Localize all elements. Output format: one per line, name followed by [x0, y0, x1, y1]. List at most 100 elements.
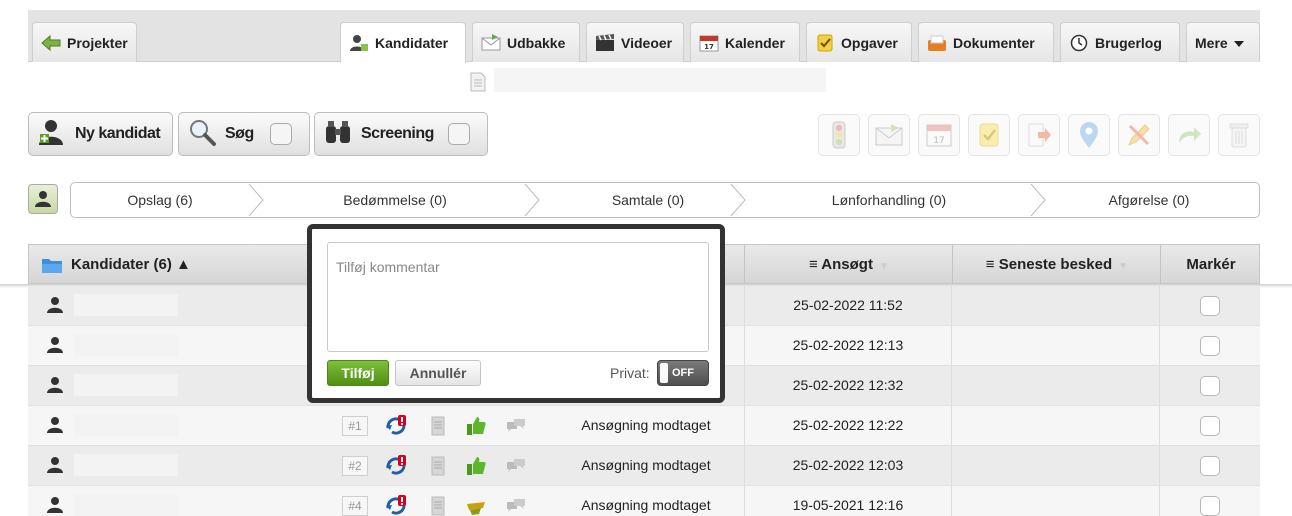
- pipeline-bar: Opslag (6) Bedømmelse (0) Samtale (0) Lø…: [70, 182, 1260, 218]
- tab-opgaver[interactable]: Opgaver: [806, 22, 912, 62]
- tab-label: Kalender: [725, 34, 785, 51]
- location-button[interactable]: [1068, 114, 1110, 156]
- rank-badge: #2: [342, 456, 368, 476]
- mark-checkbox[interactable]: [1200, 336, 1220, 356]
- tab-mere[interactable]: Mere: [1186, 22, 1260, 62]
- col-mark-header[interactable]: Markér: [1161, 245, 1261, 285]
- stage-opslag[interactable]: Opslag (6): [71, 183, 249, 217]
- tab-udbakke[interactable]: Udbakke: [472, 22, 580, 62]
- person-icon: [46, 416, 64, 434]
- redo-icon: [1179, 127, 1201, 143]
- export-button[interactable]: [1018, 114, 1060, 156]
- edit-pencil-icon: [1128, 124, 1150, 146]
- new-candidate-button[interactable]: Ny kandidat: [28, 112, 173, 156]
- chevron-right-icon: [524, 184, 540, 216]
- table-row[interactable]: #4 Ansøgning modtaget 19-05-2021 12:16: [28, 486, 1260, 516]
- mark-checkbox[interactable]: [1200, 296, 1220, 316]
- comment-icon[interactable]: [504, 414, 528, 438]
- mark-checkbox[interactable]: [1200, 496, 1220, 516]
- stage-bedommelse[interactable]: Bedømmelse (0): [269, 183, 521, 217]
- cancel-button[interactable]: Annullér: [395, 360, 481, 386]
- clapperboard-icon: [595, 33, 615, 52]
- send-mail-button[interactable]: [868, 114, 910, 156]
- stage-afgorelse[interactable]: Afgørelse (0): [1051, 183, 1247, 217]
- search-label: Søg: [225, 125, 254, 142]
- mark-checkbox[interactable]: [1200, 456, 1220, 476]
- calendar-button[interactable]: 17: [918, 114, 960, 156]
- comment-icon[interactable]: [504, 494, 528, 516]
- candidate-name[interactable]: [74, 294, 178, 316]
- mark-checkbox[interactable]: [1200, 376, 1220, 396]
- traffic-light-icon: [832, 121, 846, 149]
- tab-brugerlog[interactable]: Brugerlog: [1060, 22, 1180, 62]
- traffic-light-button[interactable]: [818, 114, 860, 156]
- candidate-name[interactable]: [74, 454, 178, 476]
- project-title-field: [494, 68, 826, 92]
- tab-kandidater[interactable]: Kandidater: [340, 22, 466, 63]
- person-icon: [35, 191, 51, 207]
- applied-date: 25-02-2022 11:52: [744, 286, 952, 325]
- comment-input[interactable]: [327, 242, 709, 352]
- person-icon: [46, 296, 64, 314]
- candidate-name[interactable]: [74, 494, 178, 516]
- col-latest-label: ≡ Seneste besked: [985, 256, 1113, 273]
- comment-icon[interactable]: [504, 454, 528, 478]
- export-icon: [1028, 123, 1051, 147]
- thumbs-sideways-icon[interactable]: [464, 494, 488, 516]
- rank-badge: #4: [342, 496, 368, 516]
- search-button[interactable]: Søg: [178, 112, 310, 156]
- sort-down-icon: ▼: [1118, 261, 1129, 272]
- table-row[interactable]: #1 Ansøgning modtaget 25-02-2022 12:22: [28, 406, 1260, 446]
- tab-videoer[interactable]: Videoer: [586, 22, 684, 62]
- search-options-checkbox[interactable]: [269, 123, 292, 145]
- tab-dokumenter[interactable]: Dokumenter: [918, 22, 1054, 62]
- screening-options-checkbox[interactable]: [447, 123, 470, 145]
- tab-label: Opgaver: [841, 34, 898, 51]
- table-row[interactable]: #2 Ansøgning modtaget 25-02-2022 12:03: [28, 446, 1260, 486]
- latest-message: [952, 406, 1160, 445]
- col-latest-header[interactable]: ≡ Seneste besked ▼: [953, 245, 1161, 285]
- document-icon[interactable]: [426, 494, 450, 516]
- task-icon: [979, 123, 999, 147]
- col-candidates-header[interactable]: Kandidater (6) ▲: [71, 245, 191, 285]
- chevron-right-icon: [730, 184, 746, 216]
- candidate-name[interactable]: [74, 334, 178, 356]
- candidate-name[interactable]: [74, 414, 178, 436]
- screening-button[interactable]: Screening: [314, 112, 488, 156]
- redo-button[interactable]: [1168, 114, 1210, 156]
- thumbs-up-icon[interactable]: [464, 414, 488, 438]
- tab-projekter[interactable]: Projekter: [32, 22, 137, 62]
- pipeline-person-button[interactable]: [28, 184, 58, 214]
- application-status: Ansøgning modtaget: [581, 417, 711, 433]
- refresh-alert-icon[interactable]: [384, 454, 408, 478]
- tab-kalender[interactable]: 17 Kalender: [690, 22, 800, 62]
- latest-message: [952, 486, 1160, 516]
- magnifier-icon: [187, 118, 217, 151]
- edit-button[interactable]: [1118, 114, 1160, 156]
- rank-badge: #1: [342, 416, 368, 436]
- thumbs-up-icon[interactable]: [464, 454, 488, 478]
- mark-checkbox[interactable]: [1200, 416, 1220, 436]
- person-icon: [46, 456, 64, 474]
- col-applied-header[interactable]: ≡ Ansøgt ▼: [745, 245, 953, 285]
- binoculars-icon: [323, 118, 353, 151]
- refresh-alert-icon[interactable]: [384, 414, 408, 438]
- tab-label: Videoer: [621, 34, 673, 51]
- tab-label: Udbakke: [507, 34, 566, 51]
- delete-button[interactable]: [1218, 114, 1260, 156]
- latest-message: [952, 286, 1160, 325]
- tab-label: Kandidater: [375, 35, 449, 51]
- add-comment-button[interactable]: Tilføj: [327, 360, 389, 386]
- refresh-alert-icon[interactable]: [384, 494, 408, 516]
- chevron-right-icon: [1030, 184, 1046, 216]
- applied-date: 25-02-2022 12:13: [744, 326, 952, 365]
- comment-popup: Tilføj Annullér Privat: OFF: [307, 224, 725, 403]
- document-icon[interactable]: [426, 414, 450, 438]
- private-toggle[interactable]: OFF: [657, 360, 709, 386]
- candidate-name[interactable]: [74, 374, 178, 396]
- task-button[interactable]: [968, 114, 1010, 156]
- applied-date: 19-05-2021 12:16: [744, 486, 952, 516]
- stage-samtale[interactable]: Samtale (0): [545, 183, 751, 217]
- stage-lonforhandling[interactable]: Lønforhandling (0): [751, 183, 1027, 217]
- document-icon[interactable]: [426, 454, 450, 478]
